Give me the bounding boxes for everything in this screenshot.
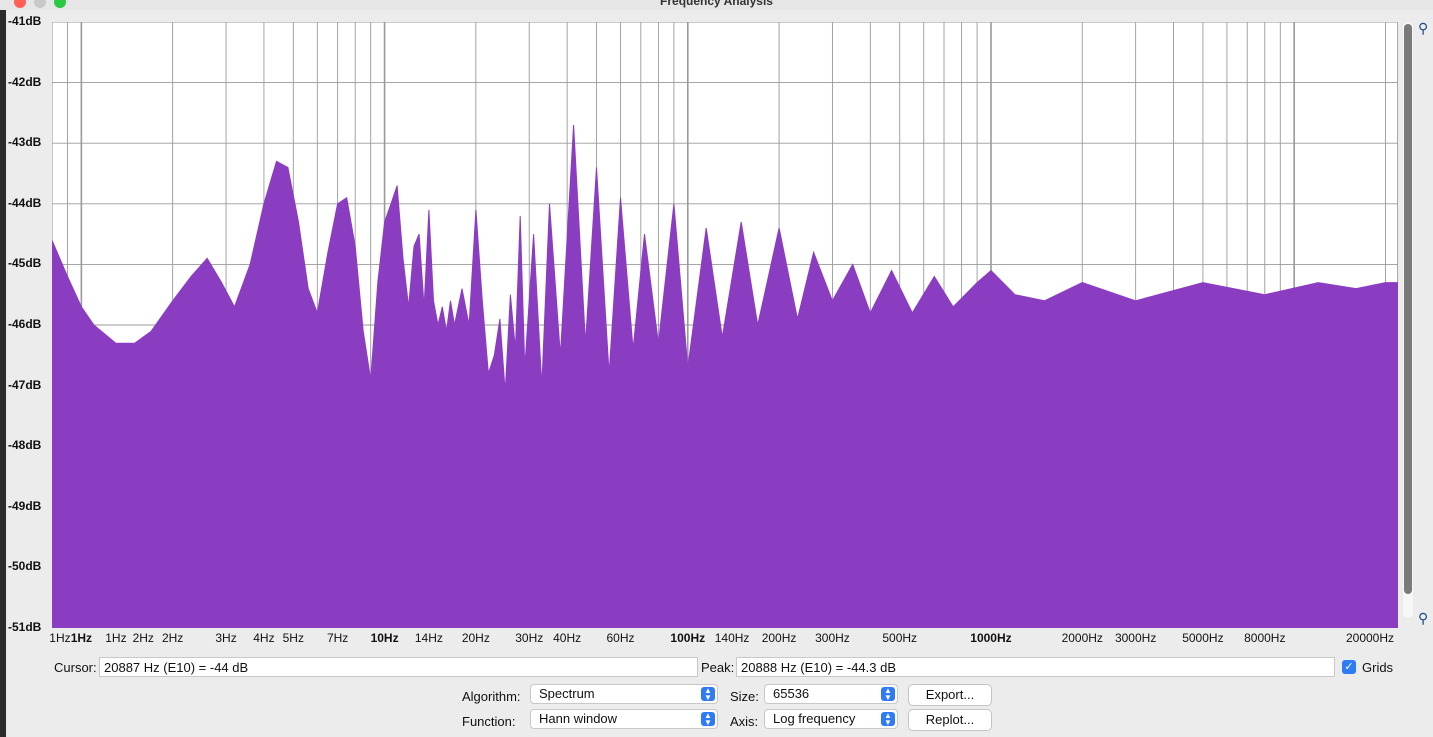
x-tick-label: 4Hz (253, 631, 275, 645)
y-tick-label: -49dB (8, 498, 42, 513)
export-button[interactable]: Export... (908, 684, 992, 706)
y-tick-label: -43dB (8, 135, 42, 150)
algorithm-select[interactable]: Spectrum ▲ ▼ (530, 684, 718, 704)
x-tick-label: 60Hz (606, 631, 635, 645)
x-tick-label: 40Hz (553, 631, 582, 645)
x-tick-label: 2Hz (161, 631, 184, 645)
vertical-scrollbar-thumb[interactable] (1404, 24, 1412, 594)
y-tick-label: -48dB (8, 438, 42, 453)
y-tick-label: -42dB (8, 74, 42, 89)
grids-label: Grids (1362, 660, 1394, 675)
peak-field[interactable]: 20888 Hz (E10) = -44.3 dB (736, 657, 1335, 677)
x-tick-label: 10Hz (370, 631, 399, 645)
title-bar: Frequency Analysis (0, 0, 1433, 10)
chevron-updown-icon: ▲ ▼ (881, 712, 895, 727)
zoom-in-icon[interactable]: ⚲ (1418, 20, 1428, 37)
x-tick-label: 1000Hz (970, 631, 1012, 645)
cursor-field[interactable]: 20887 Hz (E10) = -44 dB (99, 657, 698, 677)
x-tick-label: 3000Hz (1114, 631, 1157, 645)
size-value: 65536 (773, 686, 810, 701)
background-window-edge (0, 10, 6, 737)
x-tick-label: 20Hz (461, 631, 490, 645)
axis-label: Axis: (730, 714, 759, 729)
x-tick-label: 14Hz (414, 631, 443, 645)
axis-select[interactable]: Log frequency ▲ ▼ (764, 709, 898, 729)
y-tick-label: -50dB (8, 559, 42, 574)
algorithm-value: Spectrum (539, 686, 595, 701)
x-tick-label: 1Hz (49, 631, 71, 645)
chevron-updown-icon: ▲ ▼ (701, 687, 715, 702)
x-tick-label: 5Hz (282, 631, 304, 645)
function-value: Hann window (539, 711, 618, 726)
zoom-out-icon[interactable]: ⚲ (1418, 610, 1428, 627)
x-tick-label: 1Hz (70, 631, 93, 645)
replot-button[interactable]: Replot... (908, 709, 992, 731)
algorithm-label: Algorithm: (462, 689, 521, 704)
x-tick-label: 2Hz (132, 631, 154, 645)
y-tick-label: -44dB (8, 195, 42, 210)
axis-value: Log frequency (773, 711, 856, 726)
x-tick-label: 1Hz (105, 631, 127, 645)
y-tick-label: -51dB (8, 620, 42, 634)
chevron-updown-icon: ▲ ▼ (881, 687, 895, 702)
x-tick-label: 2000Hz (1061, 631, 1103, 645)
spectrum-plot[interactable] (52, 22, 1398, 628)
function-select[interactable]: Hann window ▲ ▼ (530, 709, 718, 729)
chevron-updown-icon: ▲ ▼ (701, 712, 715, 727)
window-title: Frequency Analysis (660, 0, 773, 8)
function-label: Function: (462, 714, 516, 729)
grids-checkbox[interactable]: ✓ (1342, 660, 1356, 674)
x-tick-label: 20000Hz (1345, 631, 1395, 645)
x-tick-label: 200Hz (761, 631, 797, 645)
y-tick-label: -41dB (8, 14, 42, 28)
y-tick-label: -47dB (8, 377, 42, 392)
size-select[interactable]: 65536 ▲ ▼ (764, 684, 898, 704)
x-tick-label: 3Hz (215, 631, 237, 645)
x-tick-label: 140Hz (714, 631, 750, 645)
y-tick-label: -46dB (8, 317, 42, 331)
x-tick-label: 5000Hz (1182, 631, 1224, 645)
x-tick-label: 7Hz (326, 631, 349, 645)
x-tick-label: 500Hz (882, 631, 918, 645)
x-tick-label: 300Hz (815, 631, 850, 645)
x-tick-label: 8000Hz (1244, 631, 1286, 645)
x-tick-label: 30Hz (515, 631, 544, 645)
cursor-label: Cursor: (54, 660, 97, 675)
checkmark-icon: ✓ (1344, 661, 1354, 673)
x-tick-label: 100Hz (670, 631, 706, 645)
size-label: Size: (730, 689, 759, 704)
y-tick-label: -45dB (8, 256, 42, 271)
peak-label: Peak: (701, 660, 735, 675)
